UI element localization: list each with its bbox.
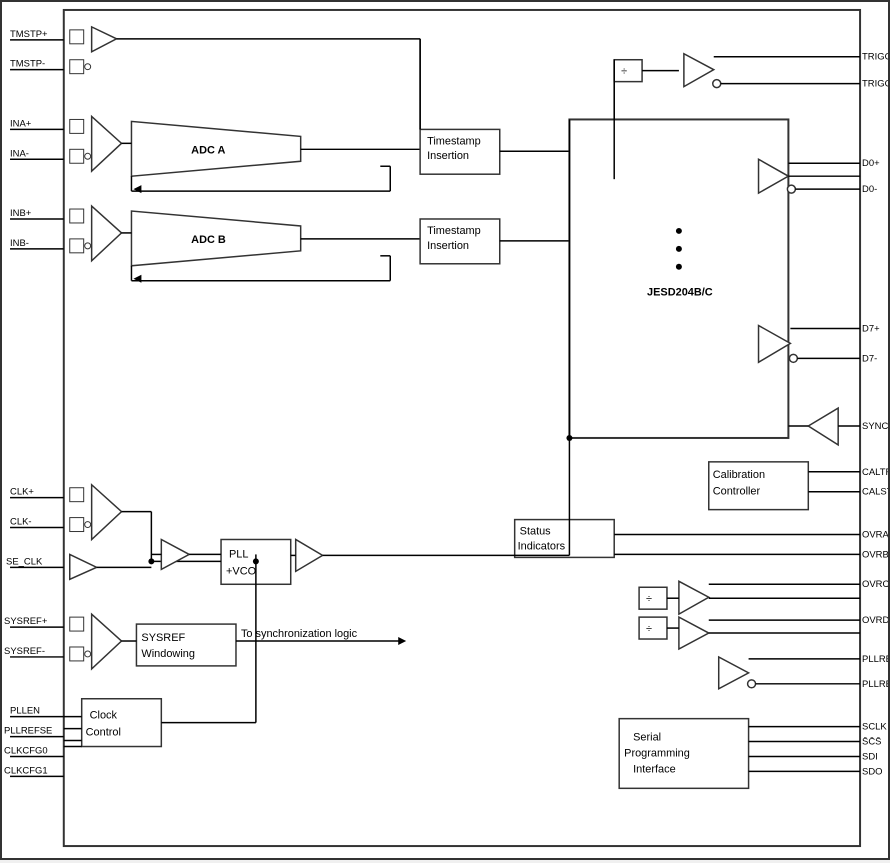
spi-line1: Serial bbox=[633, 732, 661, 744]
pll-vco-line1: PLL bbox=[229, 548, 248, 560]
ina-neg-label: INA- bbox=[10, 148, 29, 159]
ovrd-label: OVRD bbox=[862, 615, 888, 626]
d7-pos-label: D7+ bbox=[862, 323, 880, 334]
sclk-label: SCLK bbox=[862, 722, 887, 733]
caltrig-label: CALTRIG bbox=[862, 467, 888, 478]
inb-neg-label: INB- bbox=[10, 238, 29, 249]
sysref-pos-label: SYSREF+ bbox=[4, 616, 48, 627]
syncse-label: SYNCSE\ bbox=[862, 421, 888, 432]
clkcfg1-label: CLKCFG1 bbox=[4, 765, 48, 776]
ovrd-divider: ÷ bbox=[646, 623, 652, 635]
timestamp2-line2: Insertion bbox=[427, 240, 469, 252]
pllrefse-label: PLLREFSE bbox=[4, 726, 52, 737]
timestamp1-line2: Insertion bbox=[427, 150, 469, 162]
pllen-label: PLLEN bbox=[10, 706, 40, 717]
sysref-wind-line2: Windowing bbox=[141, 648, 195, 660]
inb-pos-label: INB+ bbox=[10, 208, 32, 219]
ovrc-divider: ÷ bbox=[646, 593, 652, 605]
cal-ctrl-line2: Controller bbox=[713, 486, 761, 498]
timestamp1-line1: Timestamp bbox=[427, 135, 481, 147]
ovrc-label: OVRC bbox=[862, 579, 888, 590]
d7-neg-label: D7- bbox=[862, 353, 877, 364]
sdi-label: SDI bbox=[862, 751, 878, 762]
pll-vco-line2: +VCO bbox=[226, 565, 256, 577]
adc-b-label: ADC B bbox=[191, 234, 226, 246]
adc-a-label: ADC A bbox=[191, 144, 225, 156]
se-clk-label: SE_CLK bbox=[6, 556, 43, 567]
timestamp2-line1: Timestamp bbox=[427, 225, 481, 237]
d0-neg-label: D0- bbox=[862, 184, 877, 195]
block-diagram: TMSTP+ TMSTP- INA+ INA- INB+ INB- CLK+ C… bbox=[0, 0, 890, 860]
ovra-label: OVRA bbox=[862, 529, 888, 540]
sysref-wind-line1: SYSREF bbox=[141, 632, 185, 644]
pllrefo-neg-label: PLLREFO- bbox=[862, 679, 888, 690]
status-line2: Indicators bbox=[518, 540, 566, 552]
spi-line2: Programming bbox=[624, 747, 690, 759]
sysref-neg-label: SYSREF- bbox=[4, 646, 45, 657]
clock-ctrl-line2: Control bbox=[86, 727, 121, 739]
cal-ctrl-line1: Calibration bbox=[713, 469, 765, 481]
clk-neg-label: CLK- bbox=[10, 517, 32, 528]
jesd-label: JESD204B/C bbox=[647, 287, 713, 299]
clkcfg0-label: CLKCFG0 bbox=[4, 745, 48, 756]
clk-pos-label: CLK+ bbox=[10, 487, 34, 498]
pllrefo-pos-label: PLLREFO+ bbox=[862, 654, 888, 665]
spi-line3: Interface bbox=[633, 763, 676, 775]
ovrb-label: OVRB bbox=[862, 549, 888, 560]
tmstp-pos-label: TMSTP+ bbox=[10, 29, 48, 40]
scs-label: S̄C̄S̄ bbox=[862, 737, 881, 748]
status-line1: Status bbox=[520, 526, 552, 538]
sync-logic-label: To synchronization logic bbox=[241, 628, 358, 640]
calstat-label: CALSTAT bbox=[862, 487, 888, 498]
tmstp-neg-label: TMSTP- bbox=[10, 59, 45, 70]
ina-pos-label: INA+ bbox=[10, 118, 32, 129]
trigout-pos-label: TRIGOUT+ bbox=[862, 52, 888, 63]
clock-ctrl-line1: Clock bbox=[90, 710, 118, 722]
trigout-neg-label: TRIGOUT- bbox=[862, 79, 888, 90]
serdes-divider: ÷ bbox=[621, 66, 627, 78]
sdo-label: SDO bbox=[862, 766, 882, 777]
d0-pos-label: D0+ bbox=[862, 158, 880, 169]
